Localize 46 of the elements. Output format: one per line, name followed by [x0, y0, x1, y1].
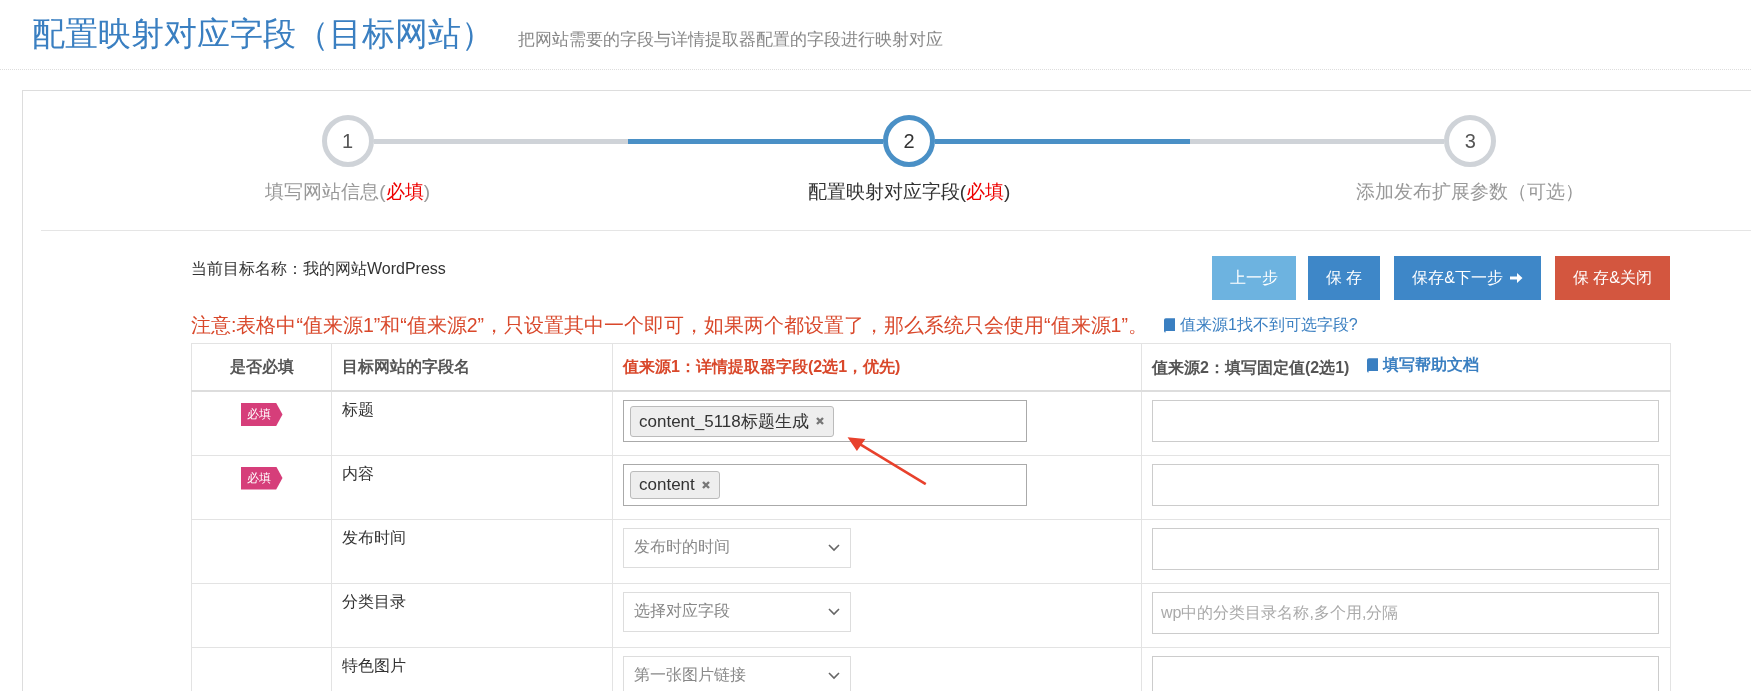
help-link[interactable]: 值来源1找不到可选字段?: [1163, 314, 1358, 336]
target-name: 当前目标名称：我的网站WordPress: [191, 259, 446, 279]
dropdown-field[interactable]: 发布时的时间: [623, 527, 851, 568]
step-label: 配置映射对应字段(必填): [807, 180, 1011, 204]
action-button[interactable]: 上一步: [1211, 256, 1296, 300]
field-name: 特色图片: [342, 656, 406, 674]
tag-select-field[interactable]: content_5118标题生成: [623, 400, 1027, 442]
step-circle[interactable]: 1: [321, 115, 374, 167]
field-name: 发布时间: [342, 528, 406, 546]
step-circle[interactable]: 2: [883, 115, 935, 167]
input-field[interactable]: [1152, 463, 1659, 506]
help-docs-link[interactable]: 填写帮助文档: [1367, 355, 1480, 376]
required-badge: 必填: [240, 403, 283, 426]
selected-tag[interactable]: content: [630, 470, 720, 499]
column-header: 目标网站的字段名: [342, 357, 470, 375]
caret-icon: [828, 543, 840, 552]
page-title: 配置映射对应字段（目标网站）: [32, 14, 494, 54]
caret-icon: [828, 671, 840, 680]
input-field[interactable]: wp中的分类目录名称,多个用,分隔: [1152, 591, 1659, 634]
caret-icon: [828, 607, 840, 616]
book-icon: [1367, 358, 1379, 373]
column-header: 值来源2：填写固定值(2选1): [1152, 359, 1350, 376]
notice-text: 注意:表格中“值来源1”和“值来源2”，只设置其中一个即可，如果两个都设置了，那么系统只会使用“值来源1”。: [191, 312, 1148, 338]
required-badge: 必填: [240, 466, 283, 490]
tag-select-field[interactable]: content: [623, 463, 1027, 506]
input-field[interactable]: [1152, 655, 1659, 691]
dropdown-field[interactable]: 第一张图片链接: [623, 655, 851, 691]
step-label: 填写网站信息(必填): [265, 180, 430, 204]
column-header: 值来源1：详情提取器字段(2选1，优先): [623, 357, 901, 375]
field-name: 内容: [342, 464, 374, 482]
step-label: 添加发布扩展参数（可选）: [1356, 180, 1585, 204]
remove-icon[interactable]: [814, 416, 825, 426]
book-icon: [1163, 317, 1175, 333]
input-field[interactable]: [1152, 527, 1659, 570]
field-name: 标题: [342, 401, 374, 418]
column-header: 是否必填: [229, 357, 294, 375]
field-name: 分类目录: [342, 592, 406, 610]
dropdown-field[interactable]: 选择对应字段: [623, 591, 851, 632]
action-button[interactable]: 保 存: [1307, 256, 1381, 300]
action-button[interactable]: 保 存&关闭: [1554, 256, 1670, 300]
input-field[interactable]: [1152, 400, 1659, 442]
page-subtitle: 把网站需要的字段与详情提取器配置的字段进行映射对应: [518, 29, 943, 51]
selected-tag[interactable]: content_5118标题生成: [630, 405, 834, 437]
step-circle[interactable]: 3: [1444, 115, 1497, 167]
remove-icon[interactable]: [700, 479, 711, 490]
action-button[interactable]: 保存&下一步: [1394, 256, 1541, 300]
